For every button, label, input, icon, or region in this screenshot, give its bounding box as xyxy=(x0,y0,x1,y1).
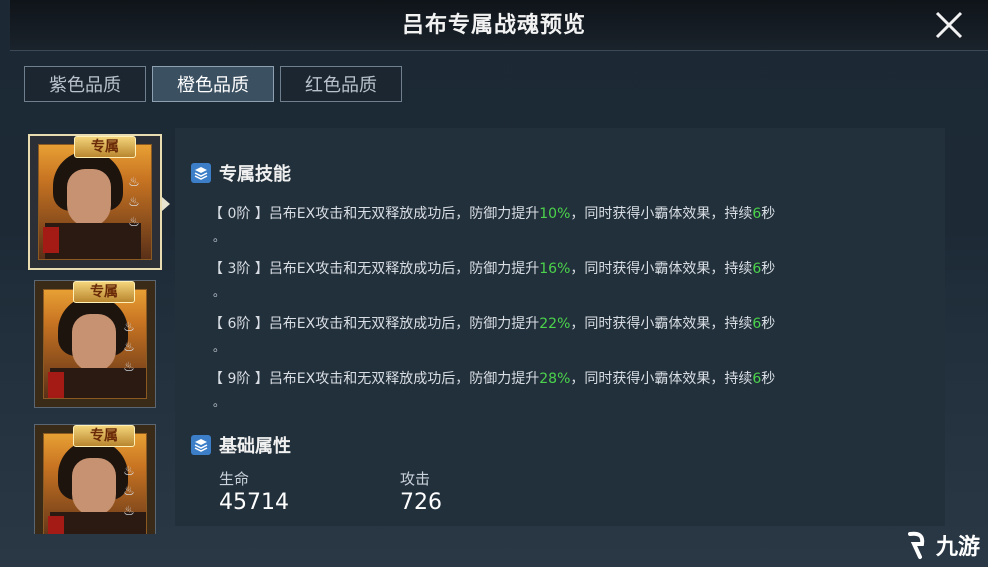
flame-icon: ♨ xyxy=(128,195,140,210)
close-button[interactable] xyxy=(932,8,966,42)
attr-section-title: 基础属性 xyxy=(219,436,291,457)
atk-value: 726 xyxy=(400,490,442,515)
flame-icon: ♨ xyxy=(123,340,135,355)
jiuyou-logo-icon xyxy=(907,531,925,559)
attr-section-header: 基础属性 xyxy=(191,432,291,458)
atk-label: 攻击 xyxy=(400,470,431,488)
flame-icon: ♨ xyxy=(123,484,135,499)
lubu-portrait: ♨ ♨ ♨ xyxy=(43,433,147,534)
exclusive-badge: 专属 xyxy=(74,136,136,158)
exclusive-badge: 专属 xyxy=(73,425,135,447)
close-icon xyxy=(935,11,963,39)
level-pips: ♨ ♨ ♨ xyxy=(122,464,138,524)
skill-row: 【 0阶 】吕布EX攻击和无双释放成功后，防御力提升10%，同时获得小霸体效果，… xyxy=(209,206,776,222)
exclusive-badge: 专属 xyxy=(73,281,135,303)
skill-tail: 。 xyxy=(213,395,226,409)
hp-value: 45714 xyxy=(219,490,289,515)
selection-pointer xyxy=(162,197,170,211)
layers-icon xyxy=(191,163,211,183)
flame-icon: ♨ xyxy=(123,360,135,375)
watermark-text: 九游 xyxy=(935,535,980,560)
quality-tabs: 紫色品质 橙色品质 红色品质 xyxy=(24,66,402,102)
spirit-card-selected[interactable]: ♨ ♨ ♨ 专属 xyxy=(28,134,162,270)
hp-label: 生命 xyxy=(219,470,250,488)
flame-icon: ♨ xyxy=(128,175,140,190)
skill-tail: 。 xyxy=(213,230,226,244)
detail-panel[interactable]: 专属技能 【 0阶 】吕布EX攻击和无双释放成功后，防御力提升10%，同时获得小… xyxy=(175,128,945,526)
skill-row: 【 9阶 】吕布EX攻击和无双释放成功后，防御力提升28%，同时获得小霸体效果，… xyxy=(209,371,776,387)
skill-section-title: 专属技能 xyxy=(219,164,291,185)
flame-icon: ♨ xyxy=(123,464,135,479)
spirit-card-list: ♨ ♨ ♨ 专属 ♨ ♨ ♨ 专属 ♨ ♨ ♨ 专属 xyxy=(28,134,162,534)
level-pips: ♨ ♨ ♨ xyxy=(127,175,143,235)
skill-tail: 。 xyxy=(213,285,226,299)
skill-row: 【 6阶 】吕布EX攻击和无双释放成功后，防御力提升22%，同时获得小霸体效果，… xyxy=(209,316,776,332)
skill-tail: 。 xyxy=(213,340,226,354)
layers-icon xyxy=(191,435,211,455)
watermark: 九游 xyxy=(902,529,980,561)
tab-purple-quality[interactable]: 紫色品质 xyxy=(24,66,146,102)
skill-row: 【 3阶 】吕布EX攻击和无双释放成功后，防御力提升16%，同时获得小霸体效果，… xyxy=(209,261,776,277)
flame-icon: ♨ xyxy=(128,215,140,230)
tab-orange-quality[interactable]: 橙色品质 xyxy=(152,66,274,102)
lubu-portrait: ♨ ♨ ♨ xyxy=(38,144,152,260)
lubu-portrait: ♨ ♨ ♨ xyxy=(43,289,147,399)
flame-icon: ♨ xyxy=(123,504,135,519)
skill-section-header: 专属技能 xyxy=(191,160,291,186)
spirit-card[interactable]: ♨ ♨ ♨ 专属 xyxy=(34,424,156,534)
level-pips: ♨ ♨ ♨ xyxy=(122,320,138,380)
tab-red-quality[interactable]: 红色品质 xyxy=(280,66,402,102)
flame-icon: ♨ xyxy=(123,320,135,335)
window-title: 吕布专属战魂预览 xyxy=(401,12,586,38)
spirit-card[interactable]: ♨ ♨ ♨ 专属 xyxy=(34,280,156,408)
